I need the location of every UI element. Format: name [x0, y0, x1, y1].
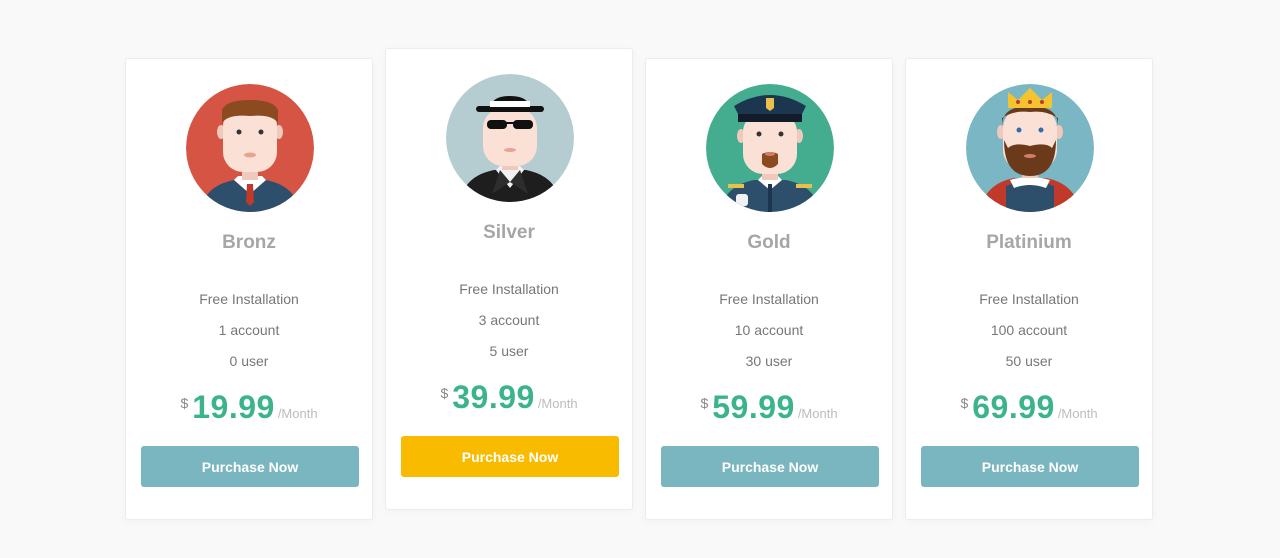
feature-installation: Free Installation: [719, 291, 819, 307]
pricing-card-platinium: Platinium Free Installation 100 account …: [905, 58, 1153, 520]
feature-list: Free Installation 10 account 30 user: [646, 289, 892, 382]
currency-symbol: $: [180, 395, 189, 411]
king-avatar-icon: [966, 84, 1094, 212]
price-period: /Month: [1057, 406, 1098, 421]
feature-accounts: 1 account: [218, 322, 280, 338]
price: $69.99/Month: [906, 389, 1152, 429]
feature-list: Free Installation 100 account 50 user: [906, 289, 1152, 382]
currency-symbol: $: [960, 395, 969, 411]
pricing-table: Bronz Free Installation 1 account 0 user…: [0, 0, 1280, 558]
plan-name: Silver: [483, 222, 535, 243]
price-period: /Month: [277, 406, 318, 421]
pricing-card-silver: Silver Free Installation 3 account 5 use…: [385, 48, 633, 510]
currency-symbol: $: [700, 395, 709, 411]
plan-name: Platinium: [986, 232, 1072, 253]
price: $39.99/Month: [386, 379, 632, 419]
price-amount: 19.99: [192, 389, 275, 425]
pricing-card-bronz: Bronz Free Installation 1 account 0 user…: [125, 58, 373, 520]
purchase-now-button[interactable]: Purchase Now: [141, 446, 359, 487]
feature-installation: Free Installation: [979, 291, 1079, 307]
feature-users: 0 user: [229, 353, 269, 369]
purchase-now-button[interactable]: Purchase Now: [921, 446, 1139, 487]
feature-users: 5 user: [489, 343, 529, 359]
purchase-now-button[interactable]: Purchase Now: [661, 446, 879, 487]
feature-accounts: 100 account: [990, 322, 1068, 338]
price-amount: 69.99: [972, 389, 1055, 425]
feature-installation: Free Installation: [459, 281, 559, 297]
price-amount: 59.99: [712, 389, 795, 425]
price: $19.99/Month: [126, 389, 372, 429]
feature-accounts: 10 account: [734, 322, 804, 338]
feature-users: 50 user: [1005, 353, 1053, 369]
price-period: /Month: [797, 406, 838, 421]
spy-avatar-icon: [446, 74, 574, 202]
plan-name: Gold: [747, 232, 791, 253]
price-amount: 39.99: [452, 379, 535, 415]
currency-symbol: $: [440, 385, 449, 401]
feature-accounts: 3 account: [478, 312, 540, 328]
pricing-card-gold: Gold Free Installation 10 account 30 use…: [645, 58, 893, 520]
feature-list: Free Installation 3 account 5 user: [386, 279, 632, 372]
feature-installation: Free Installation: [199, 291, 299, 307]
feature-list: Free Installation 1 account 0 user: [126, 289, 372, 382]
purchase-now-button[interactable]: Purchase Now: [401, 436, 619, 477]
captain-avatar-icon: [706, 84, 834, 212]
price-period: /Month: [537, 396, 578, 411]
feature-users: 30 user: [745, 353, 793, 369]
businessman-avatar-icon: [186, 84, 314, 212]
price: $59.99/Month: [646, 389, 892, 429]
plan-name: Bronz: [222, 232, 276, 253]
